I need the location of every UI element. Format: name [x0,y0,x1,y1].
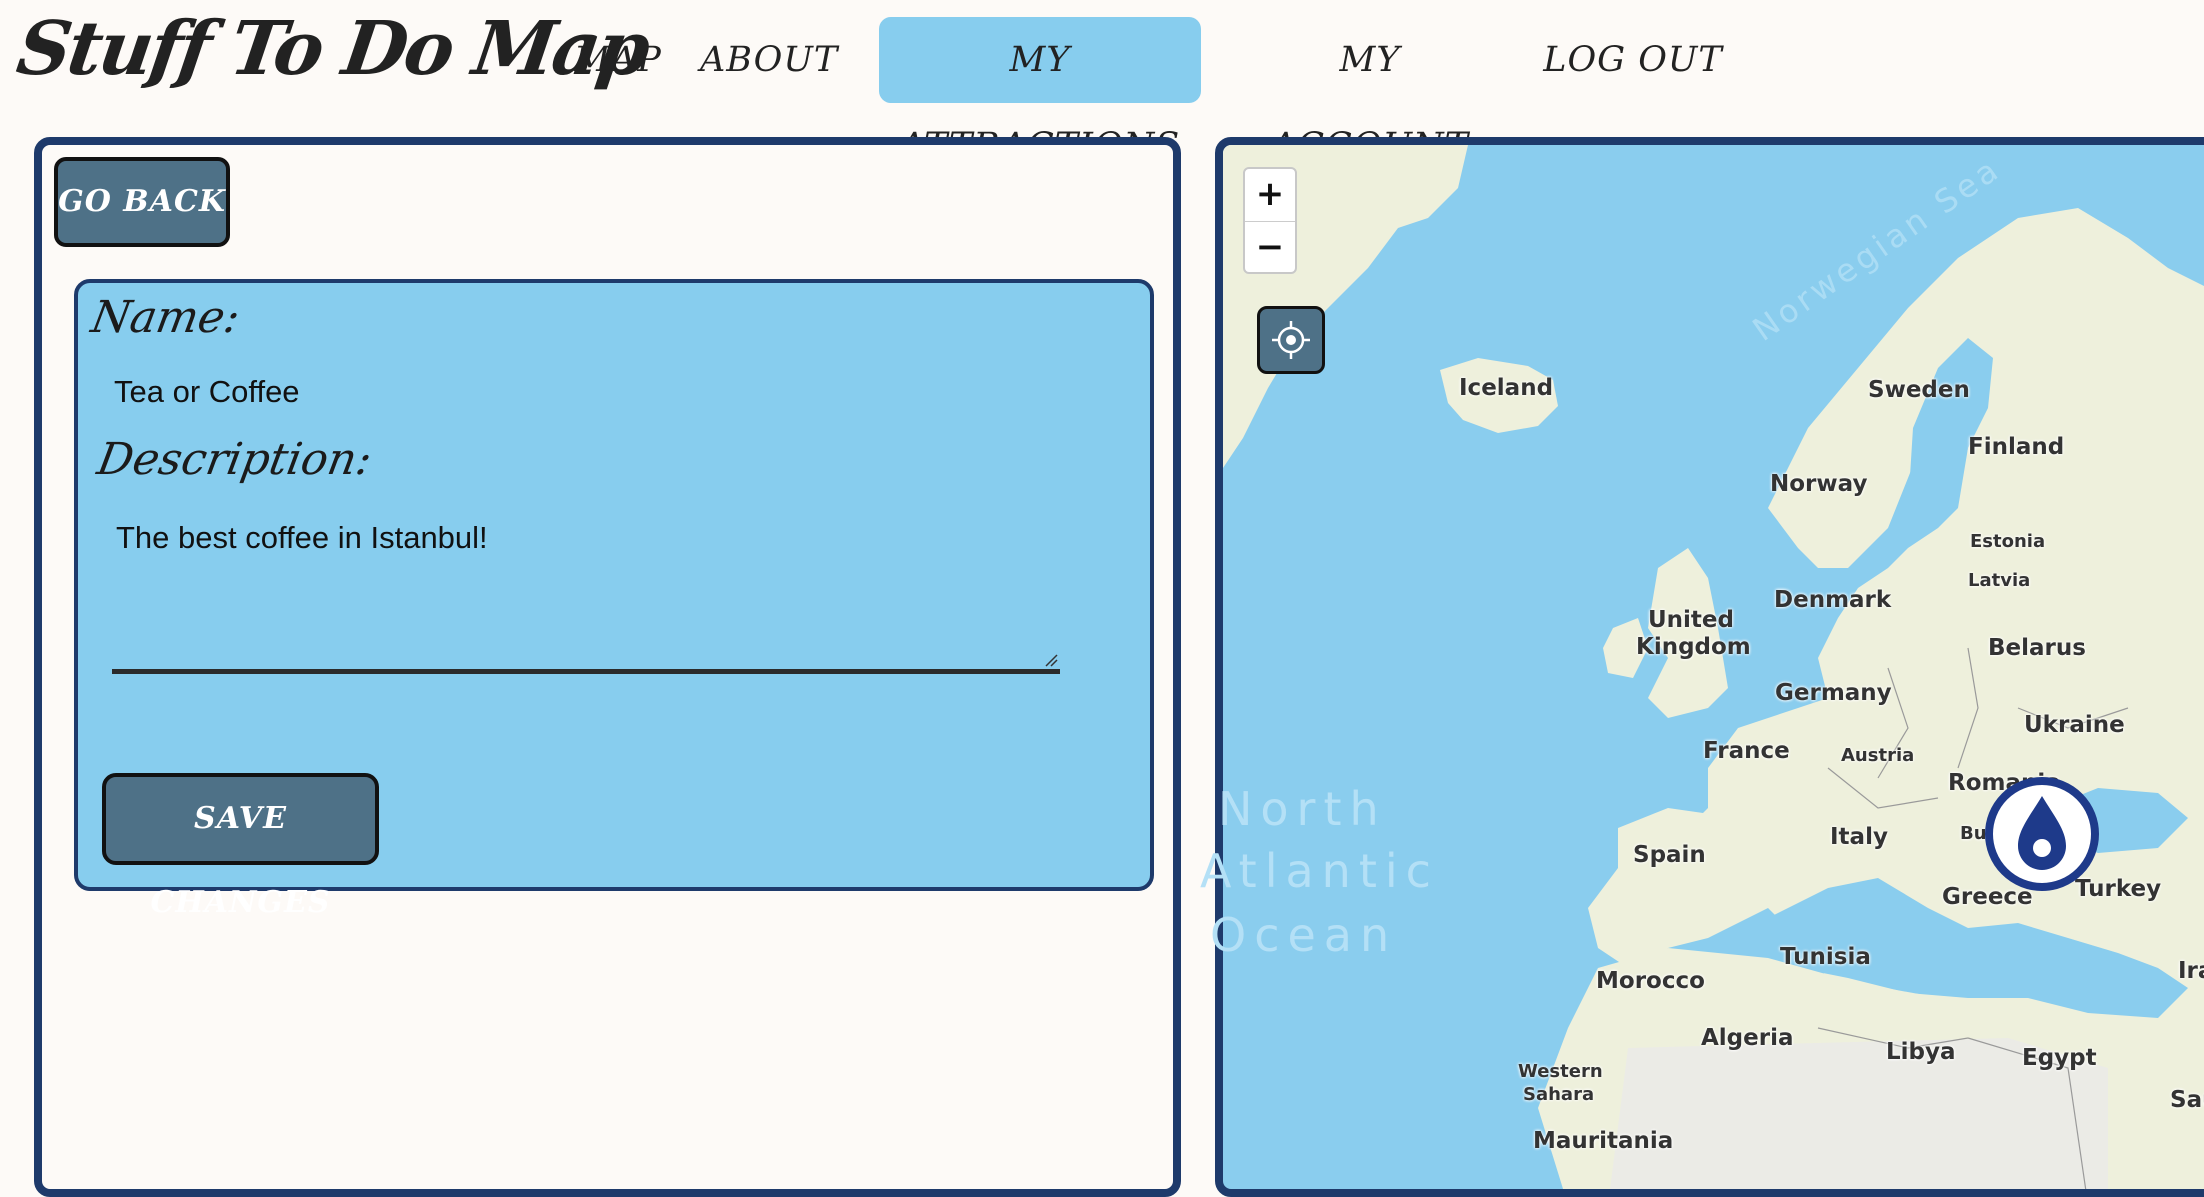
label-denmark: Denmark [1774,587,1892,613]
nav-log-out[interactable]: LOG OUT [1538,17,1728,103]
save-changes-button[interactable]: SAVE CHANGES [102,773,379,920]
nav-my-attractions[interactable]: MY ATTRACTIONS [879,17,1201,166]
zoom-control: + − [1243,167,1297,274]
label-iceland: Iceland [1459,375,1554,401]
label-italy: Italy [1830,824,1888,850]
crosshair-icon [1272,321,1310,359]
label-bulgaria: Bu [1960,823,1987,844]
label-latvia: Latvia [1968,570,2031,591]
label-belarus: Belarus [1988,635,2086,661]
label-finland: Finland [1968,434,2065,460]
label-western-sahara-2: Sahara [1523,1084,1595,1105]
label-austria: Austria [1841,745,1915,766]
nav-about[interactable]: ABOUT [700,17,837,103]
label-sweden: Sweden [1868,377,1970,403]
nav-map[interactable]: MAP [548,17,688,103]
main-nav: MAP ABOUT MY ATTRACTIONS MY ACCOUNT LOG … [0,17,2204,166]
description-label: Description: [93,434,376,485]
label-mauritania: Mauritania [1533,1128,1674,1154]
label-algeria: Algeria [1701,1025,1794,1051]
nav-my-account[interactable]: MY ACCOUNT [1250,17,1490,166]
label-ocean-3: Ocean [1210,908,1398,962]
label-united-kingdom-1: United [1648,607,1734,633]
locate-button[interactable] [1257,306,1325,374]
resize-grip-icon[interactable] [1044,653,1058,667]
label-saudi: Saud [2170,1087,2204,1113]
zoom-out-button[interactable]: − [1245,222,1295,273]
label-egypt: Egypt [2022,1045,2097,1071]
description-value: The best coffee in Istanbul! [116,520,488,555]
label-norway: Norway [1770,471,1868,497]
label-iraq: Ira [2178,958,2204,984]
label-ocean-2: Atlantic [1200,844,1439,898]
attraction-marker-icon[interactable] [1984,776,2100,892]
label-estonia: Estonia [1970,531,2046,552]
label-ukraine: Ukraine [2024,712,2125,738]
go-back-button[interactable]: GO BACK [54,157,230,247]
zoom-in-button[interactable]: + [1245,169,1295,220]
label-spain: Spain [1633,842,1706,868]
label-tunisia: Tunisia [1780,944,1871,970]
label-france: France [1703,738,1790,764]
label-libya: Libya [1886,1039,1956,1065]
label-germany: Germany [1775,680,1892,706]
label-western-sahara-1: Western [1518,1061,1603,1082]
name-input[interactable]: Tea or Coffee [114,374,300,410]
label-morocco: Morocco [1596,968,1705,994]
label-ocean-1: North [1218,782,1387,836]
name-label: Name: [87,292,244,343]
label-united-kingdom-2: Kingdom [1636,634,1751,660]
